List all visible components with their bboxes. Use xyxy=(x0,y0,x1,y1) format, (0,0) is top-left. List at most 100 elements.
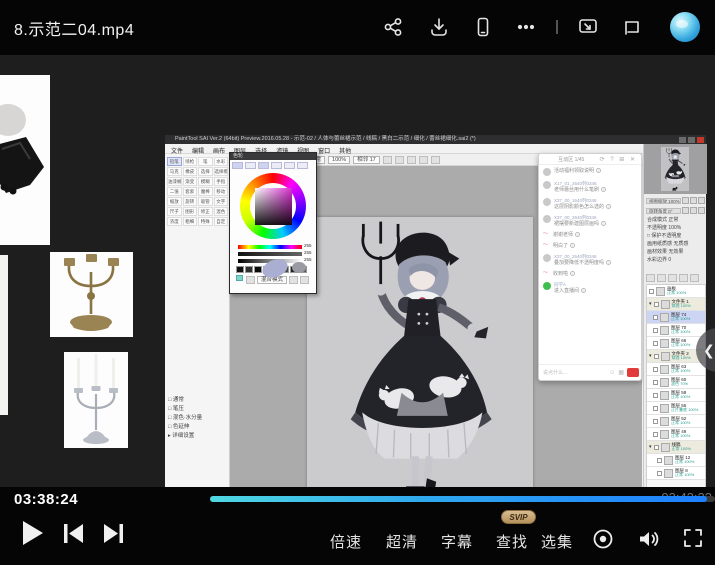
folder-arrow-icon[interactable]: ▾ xyxy=(649,353,652,359)
sai-menu-item[interactable]: 窗口 xyxy=(318,146,330,153)
sai-tool-button[interactable]: 喷枪 xyxy=(183,157,198,166)
sai-tool-button[interactable]: 移动 xyxy=(214,187,229,196)
sai-tool-button[interactable]: 文字 xyxy=(214,197,229,206)
layer-visibility-checkbox[interactable] xyxy=(654,354,659,359)
sai-tool-button[interactable]: 粗细 xyxy=(183,217,198,226)
layer-visibility-checkbox[interactable] xyxy=(653,367,658,372)
layer-row[interactable]: 图层 70正常 100% xyxy=(647,324,705,337)
cast-icon[interactable] xyxy=(577,16,599,38)
toolbar-dropdown[interactable]: 100% xyxy=(328,156,350,164)
layer-visibility-checkbox[interactable] xyxy=(653,341,658,346)
toolbar-button[interactable] xyxy=(407,156,416,164)
layer-visibility-checkbox[interactable] xyxy=(654,445,659,450)
sai-tool-button[interactable]: 选择 xyxy=(198,167,213,176)
layer-row[interactable]: 图层 58正常 100% xyxy=(647,389,705,402)
layer-properties[interactable]: 合成模式 正常不透明度 100%□ 保护不透明度画用纸质感 无质感画材效果 无效… xyxy=(647,216,705,264)
layer-row[interactable]: 图层 49正常 100% xyxy=(647,428,705,441)
layer-row[interactable]: 图层 60滤色 70% xyxy=(647,376,705,389)
sai-tool-button[interactable]: 模糊 xyxy=(198,177,213,186)
tool-option[interactable]: □ 笔压 xyxy=(168,405,228,414)
layer-row[interactable]: 图层 8正常 100% xyxy=(647,467,705,480)
layer-property[interactable]: 合成模式 正常 xyxy=(647,216,705,224)
saturation-slider[interactable] xyxy=(238,252,302,256)
layer-row[interactable]: 画板正常 100% xyxy=(647,285,705,298)
sai-tool-button[interactable]: 特殊 xyxy=(198,217,213,226)
saturation-value-box[interactable] xyxy=(255,188,292,225)
layer-visibility-checkbox[interactable] xyxy=(653,432,658,437)
sai-window-controls[interactable] xyxy=(677,137,704,145)
color-panel-tabs[interactable] xyxy=(232,162,308,169)
layer-visibility-checkbox[interactable] xyxy=(653,393,658,398)
sai-tool-button[interactable]: 魔棒 xyxy=(198,187,213,196)
sai-menu-item[interactable]: 其他 xyxy=(339,146,351,153)
image-icon[interactable]: ▦ xyxy=(618,369,624,376)
sai-tool-button[interactable]: 修正 xyxy=(198,207,213,216)
folder-arrow-icon[interactable]: ▾ xyxy=(649,301,652,307)
sai-tool-button[interactable]: 选择擦 xyxy=(214,167,229,176)
layer-visibility-checkbox[interactable] xyxy=(653,406,658,411)
sai-menu-item[interactable]: 编辑 xyxy=(192,146,204,153)
chat-send-button[interactable] xyxy=(627,368,639,377)
layer-property[interactable]: 画用纸质感 无质感 xyxy=(647,240,705,248)
toolbar-button[interactable] xyxy=(395,156,404,164)
toolbar-button[interactable] xyxy=(383,156,392,164)
sai-menu-item[interactable]: 文件 xyxy=(171,146,183,153)
chat-header-icons[interactable]: ⟳ ? ⊞ ✕ xyxy=(600,156,637,163)
layer-visibility-checkbox[interactable] xyxy=(657,471,662,476)
folder-arrow-icon[interactable]: ▾ xyxy=(649,444,652,450)
layer-row[interactable]: 图层 74正常 100% xyxy=(647,311,705,324)
chat-input-row[interactable]: 说点什么… ☺ ▦ xyxy=(539,364,642,380)
chat-messages[interactable]: 活动福利领取说明iX17_01_2640列0346老师蕾丝用什么笔刷iX37_0… xyxy=(539,165,642,360)
phone-icon[interactable] xyxy=(472,16,494,38)
chat-header[interactable]: 互动区 1/45 ⟳ ? ⊞ ✕ xyxy=(539,154,641,165)
sai-tool-button[interactable]: 橡皮 xyxy=(183,167,198,176)
layer-property[interactable]: 画材效果 无效果 xyxy=(647,248,705,256)
find-button[interactable]: 查找 xyxy=(496,531,528,552)
layer-list[interactable]: 画板正常 100%▾文件夹 1穿透 100%图层 74正常 100%图层 70正… xyxy=(646,284,706,502)
layer-row[interactable]: ▾线稿正常 100% xyxy=(647,441,705,454)
tool-option[interactable]: □ 通常 xyxy=(168,396,228,405)
layer-row[interactable]: 图层 12正常 100% xyxy=(647,454,705,467)
more-icon[interactable] xyxy=(515,16,537,38)
share-icon[interactable] xyxy=(382,16,404,38)
secondary-color-swatch[interactable] xyxy=(236,275,243,281)
sai-tool-button[interactable]: 吸管 xyxy=(198,197,213,206)
color-panel-header[interactable]: 色轮 xyxy=(230,153,316,160)
sai-tool-button[interactable]: 二值 xyxy=(167,187,182,196)
next-button[interactable] xyxy=(103,523,124,549)
layer-visibility-checkbox[interactable] xyxy=(657,458,662,463)
sai-canvas-page[interactable] xyxy=(307,217,533,506)
prev-button[interactable] xyxy=(63,523,84,549)
layer-property[interactable]: □ 保护不透明度 xyxy=(647,232,705,240)
sai-tool-grid[interactable]: 铅笔喷枪笔水彩马克橡皮选择选择擦油漆桶渐变模糊手指二值套索魔棒移动缩放旋转吸管文… xyxy=(167,157,228,226)
volume-icon[interactable] xyxy=(637,528,660,555)
layer-property[interactable]: 不透明度 100% xyxy=(647,224,705,232)
layer-row[interactable]: 图层 63正常 100% xyxy=(647,363,705,376)
fullscreen-icon[interactable] xyxy=(683,528,703,553)
layer-visibility-checkbox[interactable] xyxy=(654,302,659,307)
navigator-zoom-row[interactable]: 视图缩放 100% xyxy=(646,196,705,205)
color-swatch[interactable] xyxy=(236,266,244,273)
layer-visibility-checkbox[interactable] xyxy=(653,419,658,424)
sai-tool-button[interactable]: 油漆桶 xyxy=(167,177,182,186)
sai-tool-button[interactable]: 图形 xyxy=(183,207,198,216)
play-button[interactable] xyxy=(20,520,44,551)
tool-option[interactable]: □ 色延伸 xyxy=(168,423,228,432)
sai-tool-button[interactable]: 手指 xyxy=(214,177,229,186)
sai-tool-button[interactable]: 笔 xyxy=(198,157,213,166)
tool-option[interactable]: □ 混色·水分量 xyxy=(168,414,228,423)
sai-tool-button[interactable]: 铅笔 xyxy=(167,157,182,166)
layer-row[interactable]: 图层 55正片叠底 100% xyxy=(647,402,705,415)
hue-slider[interactable] xyxy=(238,245,302,249)
navigator-rotate-row[interactable]: 旋转角度 0° xyxy=(646,206,705,215)
sai-tool-button[interactable]: 缩放 xyxy=(167,197,182,206)
chat-input[interactable]: 说点什么… xyxy=(543,369,606,376)
tool-option[interactable]: ▸ 详细设置 xyxy=(168,432,228,441)
sai-tool-button[interactable]: 水彩 xyxy=(214,157,229,166)
progress-bar[interactable] xyxy=(210,496,715,502)
subtitle-button[interactable]: 字幕 xyxy=(441,531,473,552)
toolbar-button[interactable] xyxy=(419,156,428,164)
color-swatch[interactable] xyxy=(245,266,253,273)
episodes-button[interactable]: 选集 xyxy=(541,531,573,552)
emoji-icon[interactable]: ☺ xyxy=(609,370,615,376)
